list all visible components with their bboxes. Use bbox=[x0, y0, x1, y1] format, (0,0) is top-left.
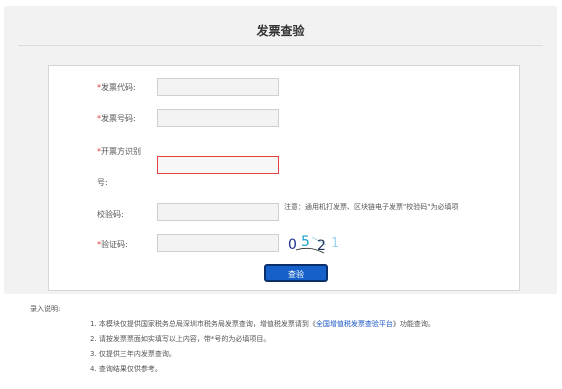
instruction-item-1: 1. 本模块仅提供国家税务总局深圳市税务局发票查询，增值税发票请到《全国增值税发… bbox=[90, 319, 435, 329]
captcha-char-3: 2 bbox=[317, 238, 326, 254]
invoice-check-panel: 发票查验 *发票代码: *发票号码: *开票方识别 号: 校验码: 注意：通用机… bbox=[4, 6, 557, 294]
instruction-item-4: 4. 查询结果仅供参考。 bbox=[90, 365, 162, 373]
instructions-title: 录入说明: bbox=[30, 305, 61, 313]
instruction-1-before: 1. 本模块仅提供国家税务总局深圳市税务局发票查询，增值税发票请到《 bbox=[90, 320, 316, 328]
captcha-label: *验证码: bbox=[97, 239, 128, 250]
submit-check-button[interactable]: 查验 bbox=[264, 264, 328, 282]
captcha-char-1: 0 bbox=[288, 237, 297, 253]
check-code-label: 校验码: bbox=[97, 210, 124, 219]
issuer-id-label-line2: 号: bbox=[97, 178, 108, 187]
issuer-id-label: *开票方识别 bbox=[97, 146, 141, 157]
instruction-item-2: 2. 请按发票票面如实填写以上内容，带*号的为必填项目。 bbox=[90, 335, 271, 343]
captcha-label-text: 验证码: bbox=[101, 240, 128, 249]
captcha-graphic: 0 5 2 1 bbox=[288, 234, 339, 254]
instruction-1-after: 》功能查询。 bbox=[392, 320, 435, 328]
check-code-note: 注意：通用机打发票、区块链电子发票"校验码"为必填项 bbox=[284, 203, 459, 211]
invoice-number-label: *发票号码: bbox=[97, 113, 136, 124]
captcha-char-2: 5 bbox=[301, 234, 310, 250]
issuer-id-input[interactable] bbox=[157, 156, 279, 174]
title-divider bbox=[18, 45, 543, 46]
invoice-number-input[interactable] bbox=[157, 109, 279, 127]
check-code-input[interactable] bbox=[157, 203, 279, 221]
invoice-number-label-text: 发票号码: bbox=[101, 114, 136, 123]
instruction-item-3: 3. 仅提供三年内发票查询。 bbox=[90, 350, 176, 358]
invoice-code-input[interactable] bbox=[157, 78, 279, 96]
issuer-id-label-line1: 开票方识别 bbox=[101, 147, 141, 156]
vat-platform-link[interactable]: 全国增值税发票查验平台 bbox=[316, 320, 393, 328]
invoice-form: *发票代码: *发票号码: *开票方识别 号: 校验码: 注意：通用机打发票、区… bbox=[48, 65, 520, 291]
captcha-image[interactable]: 0 5 2 1 bbox=[286, 233, 346, 255]
invoice-code-label: *发票代码: bbox=[97, 82, 136, 93]
captcha-char-4: 1 bbox=[331, 236, 339, 251]
invoice-code-label-text: 发票代码: bbox=[101, 83, 136, 92]
page-title: 发票查验 bbox=[256, 24, 305, 38]
captcha-input[interactable] bbox=[157, 234, 279, 252]
